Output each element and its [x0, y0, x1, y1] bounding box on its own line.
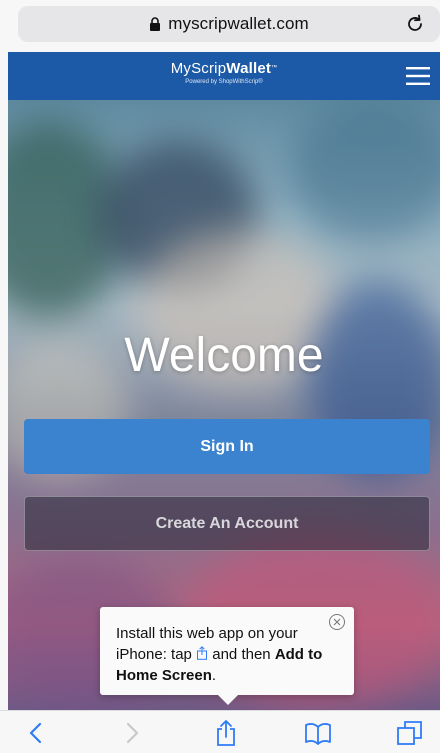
logo-trademark: ™ — [271, 65, 278, 71]
welcome-heading: Welcome — [124, 329, 324, 382]
site-logo[interactable]: MyScripWallet™ Powered by ShopWithScrip® — [8, 60, 440, 86]
install-text-end: . — [211, 667, 217, 684]
sign-in-button[interactable]: Sign In — [24, 419, 430, 474]
forward-icon[interactable] — [118, 719, 146, 747]
reload-icon[interactable] — [404, 13, 426, 35]
url-text: myscripwallet.com — [168, 14, 309, 33]
background-blur — [288, 100, 440, 240]
logo-text-bold: Wallet — [226, 60, 272, 77]
logo-text-light: MyScrip — [170, 60, 227, 77]
browser-toolbar — [0, 710, 440, 753]
lock-icon — [150, 16, 161, 31]
site-header: MyScripWallet™ Powered by ShopWithScrip® — [8, 52, 440, 100]
tabs-icon[interactable] — [396, 719, 424, 747]
logo-tagline: Powered by ShopWithScrip® — [185, 79, 263, 85]
browser-address-bar: myscripwallet.com — [0, 0, 440, 52]
create-account-button[interactable]: Create An Account — [24, 496, 430, 551]
bookmarks-icon[interactable] — [304, 719, 332, 747]
install-webapp-tooltip: Install this web app on your iPhone: tap… — [100, 607, 354, 705]
close-icon[interactable] — [328, 613, 346, 631]
hamburger-menu-icon[interactable] — [406, 66, 430, 86]
share-icon — [197, 646, 208, 660]
share-icon[interactable] — [212, 719, 240, 747]
install-text-middle: and then — [212, 646, 271, 663]
back-icon[interactable] — [22, 719, 50, 747]
url-field[interactable]: myscripwallet.com — [18, 6, 440, 42]
tooltip-arrow — [218, 695, 238, 705]
